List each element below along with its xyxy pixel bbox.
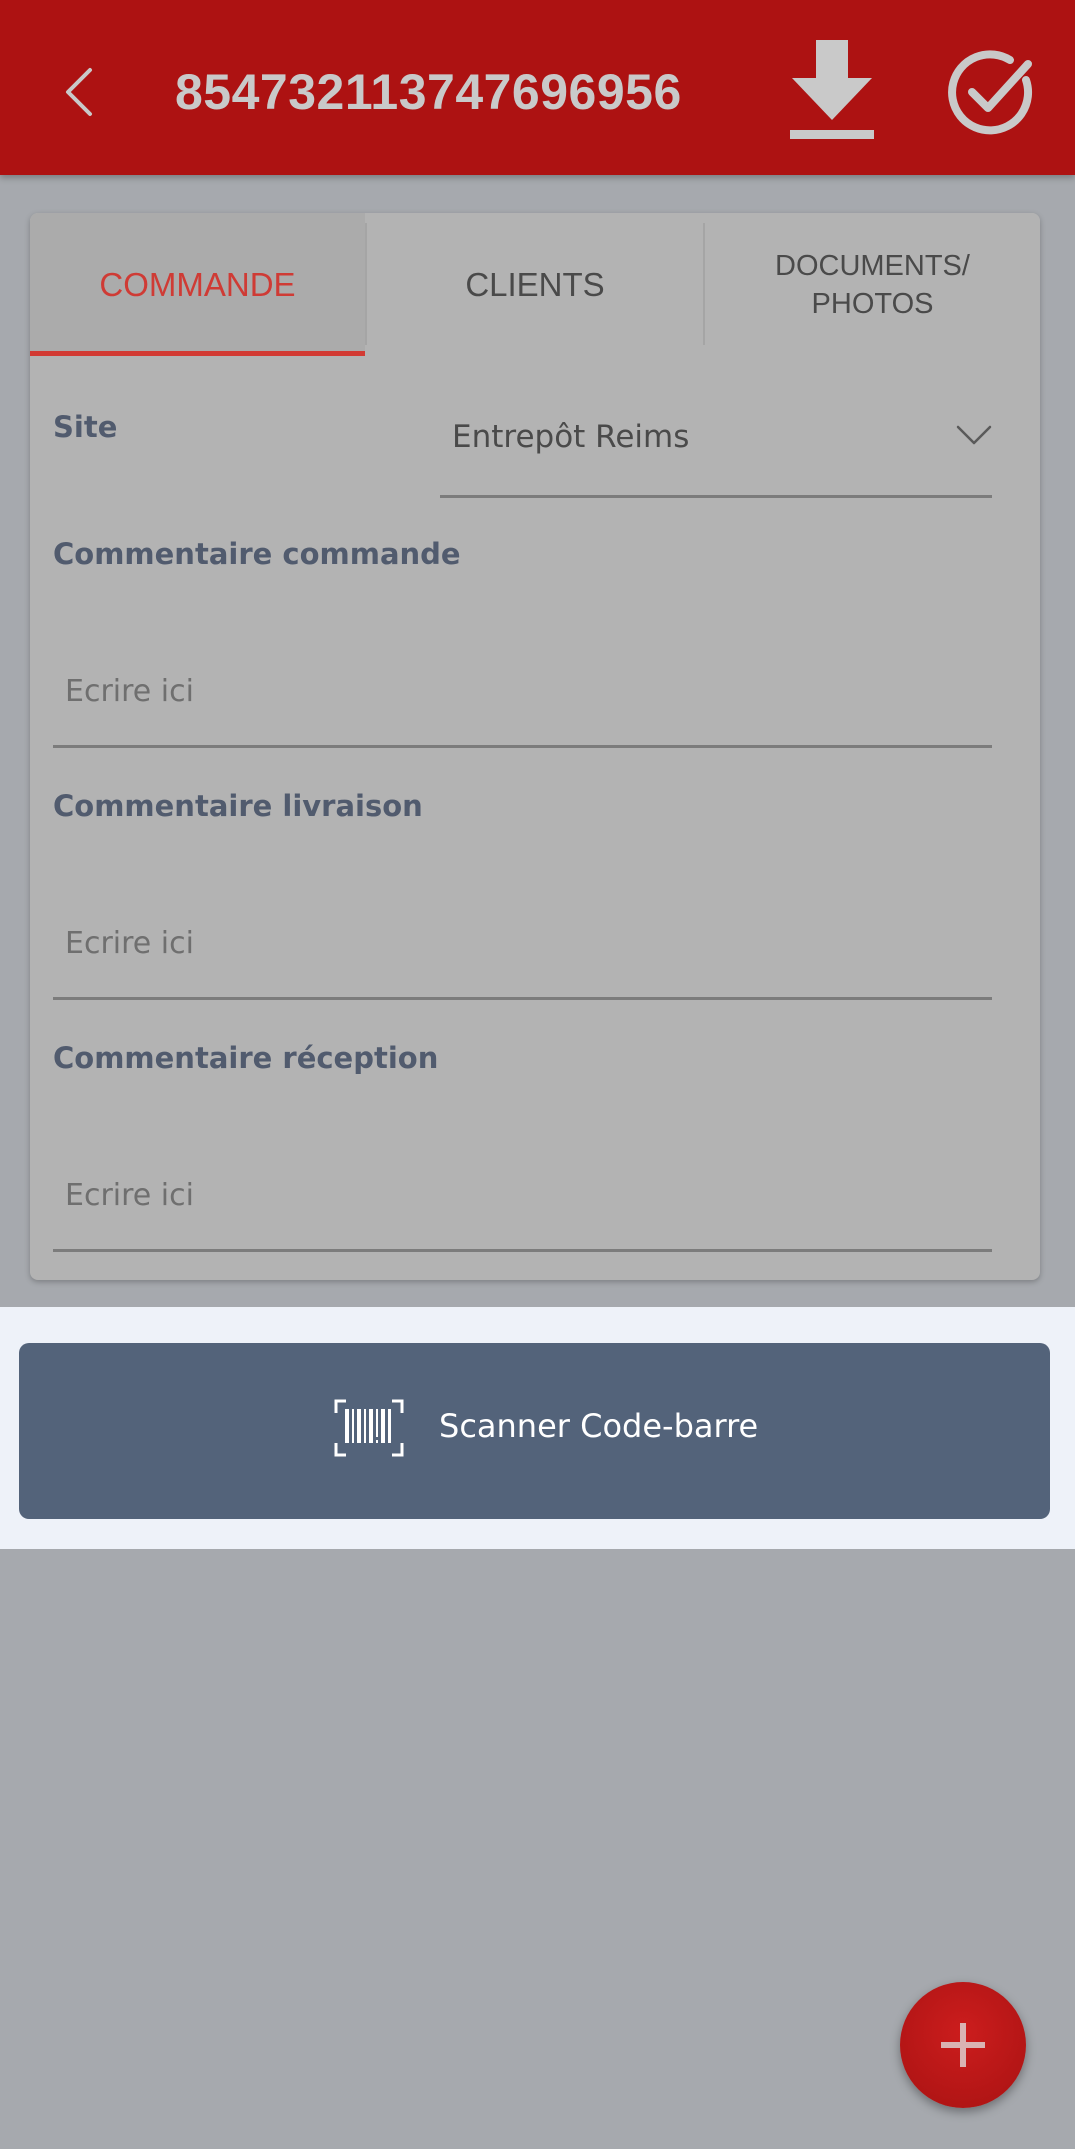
app-bar: 854732113747696956 xyxy=(0,0,1075,175)
tab-photos-label: PHOTOS xyxy=(811,287,934,320)
back-arrow-icon[interactable] xyxy=(58,62,98,122)
scan-button-label: Scanner Code-barre xyxy=(439,1407,759,1445)
scan-barcode-button[interactable]: Scanner Code-barre xyxy=(19,1343,1050,1519)
site-dropdown[interactable]: Entrepôt Reims xyxy=(440,383,992,498)
order-number-title: 854732113747696956 xyxy=(175,64,682,120)
tab-commande-label: COMMANDE xyxy=(99,265,296,303)
delivery-comment-label: Commentaire livraison xyxy=(53,789,423,823)
reception-comment-input[interactable] xyxy=(53,1142,992,1252)
add-fab-button[interactable] xyxy=(900,1982,1026,2108)
tab-clients[interactable]: CLIENTS xyxy=(367,213,703,356)
active-tab-indicator xyxy=(30,351,365,356)
plus-icon xyxy=(941,2023,985,2067)
tab-documents-photos[interactable]: DOCUMENTS/ PHOTOS xyxy=(705,213,1040,356)
validate-check-icon[interactable] xyxy=(948,50,1034,136)
tab-commande[interactable]: COMMANDE xyxy=(30,213,365,356)
order-comment-input[interactable] xyxy=(53,638,992,748)
site-selected-value: Entrepôt Reims xyxy=(452,419,690,455)
delivery-comment-input[interactable] xyxy=(53,890,992,1000)
tab-bar: COMMANDE CLIENTS DOCUMENTS/ PHOTOS xyxy=(30,213,1040,356)
reception-comment-label: Commentaire réception xyxy=(53,1041,439,1075)
site-label: Site xyxy=(53,410,118,444)
tab-documents-label: DOCUMENTS/ xyxy=(775,249,970,282)
scan-panel: Scanner Code-barre xyxy=(0,1307,1075,1549)
order-comment-label: Commentaire commande xyxy=(53,537,461,571)
download-icon[interactable] xyxy=(788,40,876,142)
order-form-card: COMMANDE CLIENTS DOCUMENTS/ PHOTOS Site … xyxy=(30,213,1040,1280)
tab-clients-label: CLIENTS xyxy=(465,265,605,303)
chevron-down-icon xyxy=(956,425,992,445)
barcode-scan-icon xyxy=(334,1399,404,1457)
